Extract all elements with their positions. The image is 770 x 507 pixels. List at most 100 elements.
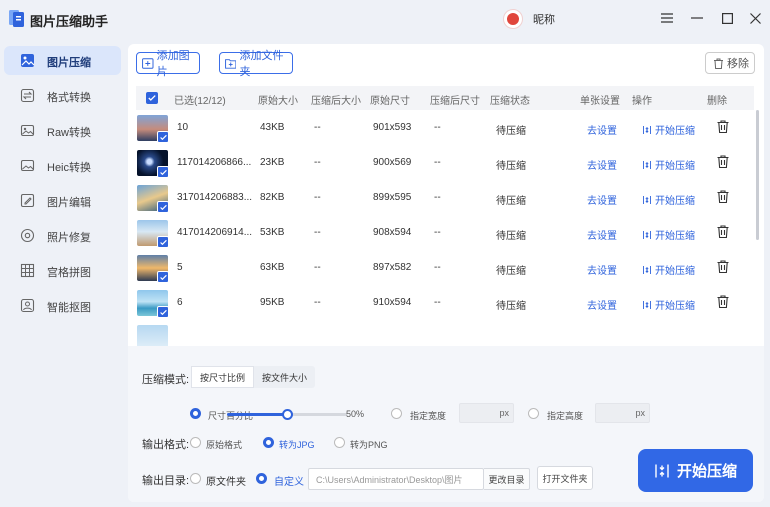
sidebar-item-smart-cutout[interactable]: 智能抠图 bbox=[4, 291, 121, 320]
sidebar-item-raw-convert[interactable]: Raw转换 bbox=[4, 116, 121, 145]
remove-label: 移除 bbox=[727, 58, 749, 70]
start-compress-link[interactable]: 开始压缩 bbox=[642, 122, 695, 137]
table-row[interactable]: 5 63KB -- 897x582 -- 待压缩 去设置 开始压缩 bbox=[136, 250, 754, 285]
table-row[interactable]: 417014206914... 53KB -- 908x594 -- 待压缩 去… bbox=[136, 215, 754, 250]
add-image-icon bbox=[142, 57, 154, 69]
sidebar-item-label: Raw转换 bbox=[47, 127, 92, 139]
row-checkbox[interactable] bbox=[157, 306, 169, 318]
width-radio[interactable] bbox=[391, 408, 402, 419]
delete-icon[interactable] bbox=[717, 155, 729, 168]
comp-dim: -- bbox=[434, 297, 441, 308]
start-compress-button[interactable]: 开始压缩 bbox=[638, 449, 753, 492]
comp-dim: -- bbox=[434, 192, 441, 203]
start-compress-link[interactable]: 开始压缩 bbox=[642, 227, 695, 242]
header-status: 压缩状态 bbox=[490, 96, 530, 107]
minimize-icon[interactable] bbox=[689, 10, 705, 26]
row-checkbox[interactable] bbox=[157, 271, 169, 283]
nickname[interactable]: 昵称 bbox=[533, 11, 555, 27]
sidebar-item-label: Heic转换 bbox=[47, 162, 92, 174]
compress-icon bbox=[643, 195, 651, 204]
header-orig-size: 原始大小 bbox=[258, 96, 298, 107]
table-row[interactable]: 117014206866... 23KB -- 900x569 -- 待压缩 去… bbox=[136, 145, 754, 180]
orig-dim: 908x594 bbox=[373, 227, 412, 238]
dir-custom-radio[interactable] bbox=[256, 473, 267, 484]
grid-collage-icon bbox=[20, 263, 35, 278]
add-image-button[interactable]: 添加图片 bbox=[136, 50, 200, 78]
go-setting-link[interactable]: 去设置 bbox=[587, 122, 617, 137]
dir-original-label: 原文件夹 bbox=[206, 477, 246, 488]
orig-size: 23KB bbox=[260, 157, 285, 168]
photo-repair-icon bbox=[20, 228, 35, 243]
sidebar-item-label: 宫格拼图 bbox=[47, 267, 91, 279]
start-compress-label: 开始压缩 bbox=[655, 231, 695, 242]
sidebar-item-photo-repair[interactable]: 照片修复 bbox=[4, 221, 121, 250]
percent-radio[interactable] bbox=[190, 408, 201, 419]
output-path-input[interactable]: C:\Users\Administrator\Desktop\图片 bbox=[308, 468, 484, 490]
start-compress-link[interactable]: 开始压缩 bbox=[642, 262, 695, 277]
title-bar: 图片压缩助手 昵称 bbox=[0, 0, 770, 38]
thumbnail bbox=[137, 150, 169, 178]
user-account[interactable]: 昵称 bbox=[503, 9, 555, 29]
height-radio[interactable] bbox=[528, 408, 539, 419]
row-checkbox[interactable] bbox=[157, 236, 169, 248]
change-dir-button[interactable]: 更改目录 bbox=[484, 468, 530, 490]
delete-icon[interactable] bbox=[717, 190, 729, 203]
delete-icon[interactable] bbox=[717, 120, 729, 133]
row-checkbox[interactable] bbox=[157, 166, 169, 178]
sidebar-item-grid-collage[interactable]: 宫格拼图 bbox=[4, 256, 121, 285]
select-all-checkbox[interactable] bbox=[146, 92, 158, 104]
sidebar-item-image-compress[interactable]: 图片压缩 bbox=[4, 46, 121, 75]
table-scrollbar[interactable] bbox=[756, 110, 759, 240]
width-input[interactable]: px bbox=[459, 403, 514, 423]
orig-size: 95KB bbox=[260, 297, 285, 308]
start-compress-link[interactable]: 开始压缩 bbox=[642, 157, 695, 172]
image-compress-icon bbox=[21, 54, 35, 67]
dir-original-radio[interactable] bbox=[190, 473, 201, 484]
go-setting-link[interactable]: 去设置 bbox=[587, 227, 617, 242]
header-orig-dim: 原始尺寸 bbox=[370, 96, 410, 107]
file-name: 417014206914... bbox=[177, 227, 253, 238]
mode-by-ratio[interactable]: 按尺寸比例 bbox=[191, 366, 255, 388]
format-original-radio[interactable] bbox=[190, 437, 201, 448]
format-jpg-radio[interactable] bbox=[263, 437, 274, 448]
sidebar-item-label: 格式转换 bbox=[47, 92, 91, 104]
go-setting-link[interactable]: 去设置 bbox=[587, 262, 617, 277]
compress-icon bbox=[643, 125, 651, 134]
sidebar-item-format-convert[interactable]: 格式转换 bbox=[4, 81, 121, 110]
sidebar-item-heic-convert[interactable]: Heic转换 bbox=[4, 151, 121, 180]
menu-icon[interactable] bbox=[659, 10, 675, 26]
delete-icon[interactable] bbox=[717, 225, 729, 238]
close-icon[interactable] bbox=[747, 10, 763, 26]
table-row[interactable]: 6 95KB -- 910x594 -- 待压缩 去设置 开始压缩 bbox=[136, 285, 754, 320]
maximize-icon[interactable] bbox=[719, 10, 735, 26]
start-compress-link[interactable]: 开始压缩 bbox=[642, 297, 695, 312]
sidebar-item-image-edit[interactable]: 图片编辑 bbox=[4, 186, 121, 215]
start-compress-label: 开始压缩 bbox=[676, 463, 737, 480]
delete-icon[interactable] bbox=[717, 295, 729, 308]
row-checkbox[interactable] bbox=[157, 131, 169, 143]
start-compress-link[interactable]: 开始压缩 bbox=[642, 192, 695, 207]
open-folder-button[interactable]: 打开文件夹 bbox=[537, 466, 593, 490]
mode-by-size[interactable]: 按文件大小 bbox=[254, 366, 315, 388]
format-png-radio[interactable] bbox=[334, 437, 345, 448]
table-row[interactable]: 317014206883... 82KB -- 899x595 -- 待压缩 去… bbox=[136, 180, 754, 215]
add-folder-button[interactable]: 添加文件夹 bbox=[219, 50, 293, 78]
avatar[interactable] bbox=[503, 9, 523, 29]
header-single-setting: 单张设置 bbox=[580, 96, 620, 107]
app-title: 图片压缩助手 bbox=[30, 14, 109, 29]
thumbnail bbox=[137, 325, 168, 346]
delete-icon[interactable] bbox=[717, 260, 729, 273]
go-setting-link[interactable]: 去设置 bbox=[587, 157, 617, 172]
compress-mode-toggle: 按尺寸比例 按文件大小 bbox=[191, 366, 316, 388]
go-setting-link[interactable]: 去设置 bbox=[587, 297, 617, 312]
height-input[interactable]: px bbox=[595, 403, 650, 423]
comp-dim: -- bbox=[434, 157, 441, 168]
remove-button[interactable]: 移除 bbox=[705, 52, 755, 74]
percent-slider[interactable] bbox=[227, 409, 347, 420]
start-compress-label: 开始压缩 bbox=[655, 161, 695, 172]
go-setting-link[interactable]: 去设置 bbox=[587, 192, 617, 207]
comp-size: -- bbox=[314, 122, 321, 133]
slider-knob[interactable] bbox=[282, 409, 293, 420]
row-checkbox[interactable] bbox=[157, 201, 169, 213]
table-row[interactable]: 10 43KB -- 901x593 -- 待压缩 去设置 开始压缩 bbox=[136, 110, 754, 145]
